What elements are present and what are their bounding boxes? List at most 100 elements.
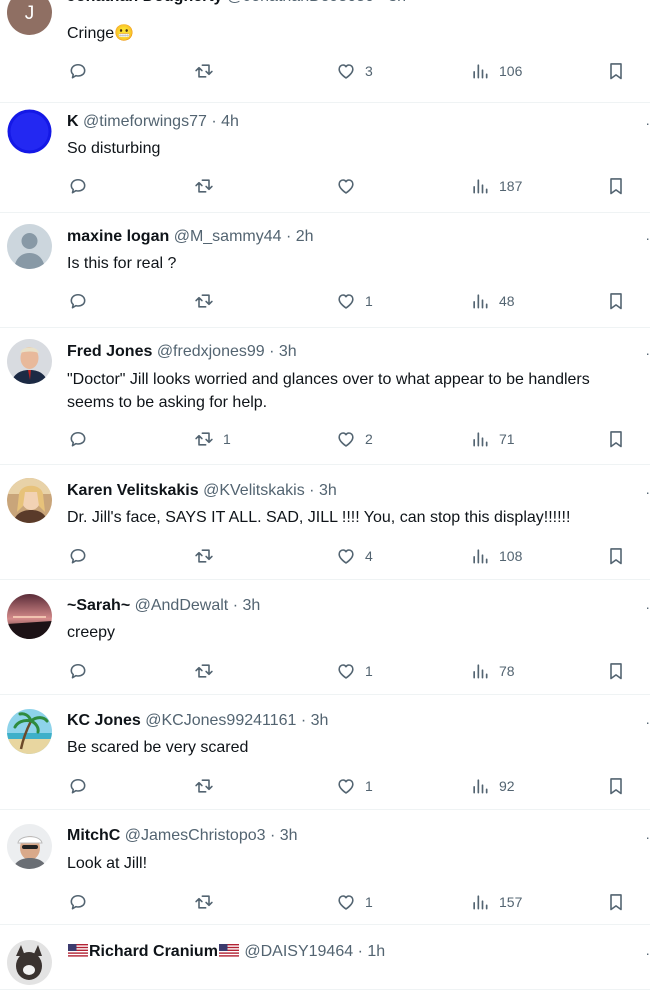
user-handle[interactable]: @KVelitskakis	[203, 482, 305, 499]
display-name[interactable]: Fred Jones	[67, 343, 152, 360]
display-name[interactable]: ~Sarah~	[67, 597, 130, 614]
like-button[interactable]: 1	[336, 774, 373, 798]
timestamp[interactable]: 4h	[221, 113, 239, 130]
more-options-icon[interactable]: ·	[645, 830, 650, 844]
views-button[interactable]: 71	[470, 427, 515, 451]
retweet-button[interactable]	[194, 174, 223, 198]
timestamp[interactable]: 2h	[296, 228, 314, 245]
like-button[interactable]: 1	[336, 289, 373, 313]
reply-button[interactable]	[68, 174, 97, 198]
reply-button[interactable]	[68, 544, 97, 568]
avatar[interactable]	[7, 224, 52, 269]
heart-icon	[336, 892, 356, 912]
avatar[interactable]	[7, 339, 52, 384]
more-options-icon[interactable]: ·	[645, 116, 650, 130]
reply-item[interactable]: J Jonathan Dougherty @JonathanDo95050 · 3…	[0, 0, 650, 103]
avatar[interactable]	[7, 940, 52, 985]
reply-button[interactable]	[68, 890, 97, 914]
avatar[interactable]	[7, 824, 52, 869]
reply-button[interactable]	[68, 427, 97, 451]
like-button[interactable]: 3	[336, 59, 373, 83]
avatar[interactable]	[7, 594, 52, 639]
display-name[interactable]: K	[67, 113, 79, 130]
avatar[interactable]	[7, 478, 52, 523]
bookmark-icon	[606, 61, 626, 81]
more-options-icon[interactable]: ·	[645, 600, 650, 614]
views-button[interactable]: 106	[470, 59, 522, 83]
views-button[interactable]: 157	[470, 890, 522, 914]
reply-text-content: Is this for real ?	[67, 255, 177, 272]
timestamp[interactable]: 1h	[367, 943, 385, 960]
reply-feed: J Jonathan Dougherty @JonathanDo95050 · 3…	[0, 0, 650, 990]
views-button[interactable]: 187	[470, 174, 522, 198]
reply-item[interactable]: Karen Velitskakis @KVelitskakis · 3h · Dr.…	[0, 465, 650, 580]
display-name[interactable]: maxine logan	[67, 228, 169, 245]
more-options-icon[interactable]: ·	[645, 946, 650, 960]
reply-item[interactable]: maxine logan @M_sammy44 · 2h · Is this for…	[0, 213, 650, 328]
views-button[interactable]: 48	[470, 289, 515, 313]
user-handle[interactable]: @M_sammy44	[174, 228, 282, 245]
reply-item[interactable]: MitchC @JamesChristopo3 · 3h · Look at Jil…	[0, 810, 650, 925]
retweet-button[interactable]	[194, 544, 223, 568]
bookmark-button[interactable]	[606, 59, 626, 83]
retweet-button[interactable]	[194, 659, 223, 683]
retweet-button[interactable]	[194, 774, 223, 798]
like-button[interactable]: 2	[336, 427, 373, 451]
timestamp[interactable]: 3h	[280, 827, 298, 844]
display-name[interactable]: KC Jones	[67, 712, 141, 729]
user-handle[interactable]: @fredxjones99	[157, 343, 265, 360]
retweet-button[interactable]	[194, 59, 223, 83]
reply-button[interactable]	[68, 59, 97, 83]
bookmark-button[interactable]	[606, 544, 626, 568]
retweet-icon	[194, 176, 214, 196]
user-handle[interactable]: @JonathanDo95050	[227, 0, 374, 5]
display-name[interactable]: Karen Velitskakis	[67, 482, 199, 499]
more-options-icon[interactable]: ·	[645, 0, 650, 5]
like-button[interactable]	[336, 174, 365, 198]
user-handle[interactable]: @timeforwings77	[83, 113, 207, 130]
avatar[interactable]	[7, 709, 52, 754]
bookmark-button[interactable]	[606, 174, 626, 198]
display-name[interactable]: Richard Cranium	[89, 943, 218, 960]
avatar[interactable]	[7, 109, 52, 154]
timestamp[interactable]: 3h	[279, 343, 297, 360]
avatar[interactable]: J	[7, 0, 52, 35]
reply-item[interactable]: KC Jones @KCJones99241161 · 3h · Be scared…	[0, 695, 650, 810]
timestamp[interactable]: 3h	[319, 482, 337, 499]
bookmark-button[interactable]	[606, 289, 626, 313]
timestamp[interactable]: 3h	[388, 0, 406, 5]
like-button[interactable]: 4	[336, 544, 373, 568]
reply-button[interactable]	[68, 289, 97, 313]
user-handle[interactable]: @KCJones99241161	[145, 712, 296, 729]
like-count: 3	[365, 63, 373, 79]
reply-item[interactable]: Richard Cranium @DAISY19464 · 1h ·	[0, 925, 650, 990]
user-handle[interactable]: @DAISY19464	[244, 943, 353, 960]
more-options-icon[interactable]: ·	[645, 715, 650, 729]
reply-button[interactable]	[68, 774, 97, 798]
retweet-button[interactable]	[194, 289, 223, 313]
bookmark-button[interactable]	[606, 659, 626, 683]
timestamp[interactable]: 3h	[242, 597, 260, 614]
retweet-button[interactable]	[194, 890, 223, 914]
retweet-button[interactable]: 1	[194, 427, 231, 451]
more-options-icon[interactable]: ·	[645, 346, 650, 360]
reply-item[interactable]: K @timeforwings77 · 4h · So disturbing 187	[0, 103, 650, 213]
user-handle[interactable]: @JamesChristopo3	[125, 827, 266, 844]
timestamp[interactable]: 3h	[311, 712, 329, 729]
reply-button[interactable]	[68, 659, 97, 683]
like-button[interactable]: 1	[336, 659, 373, 683]
more-options-icon[interactable]: ·	[645, 231, 650, 245]
display-name[interactable]: Jonathan Dougherty	[67, 0, 223, 5]
bookmark-button[interactable]	[606, 427, 626, 451]
views-button[interactable]: 108	[470, 544, 522, 568]
bookmark-button[interactable]	[606, 890, 626, 914]
views-button[interactable]: 92	[470, 774, 515, 798]
more-options-icon[interactable]: ·	[645, 485, 650, 499]
display-name[interactable]: MitchC	[67, 827, 120, 844]
reply-item[interactable]: ~Sarah~ @AndDewalt · 3h · creepy 1 78	[0, 580, 650, 695]
bookmark-button[interactable]	[606, 774, 626, 798]
user-handle[interactable]: @AndDewalt	[135, 597, 229, 614]
reply-item[interactable]: Fred Jones @fredxjones99 · 3h · "Doctor" J…	[0, 328, 650, 465]
views-button[interactable]: 78	[470, 659, 515, 683]
like-button[interactable]: 1	[336, 890, 373, 914]
